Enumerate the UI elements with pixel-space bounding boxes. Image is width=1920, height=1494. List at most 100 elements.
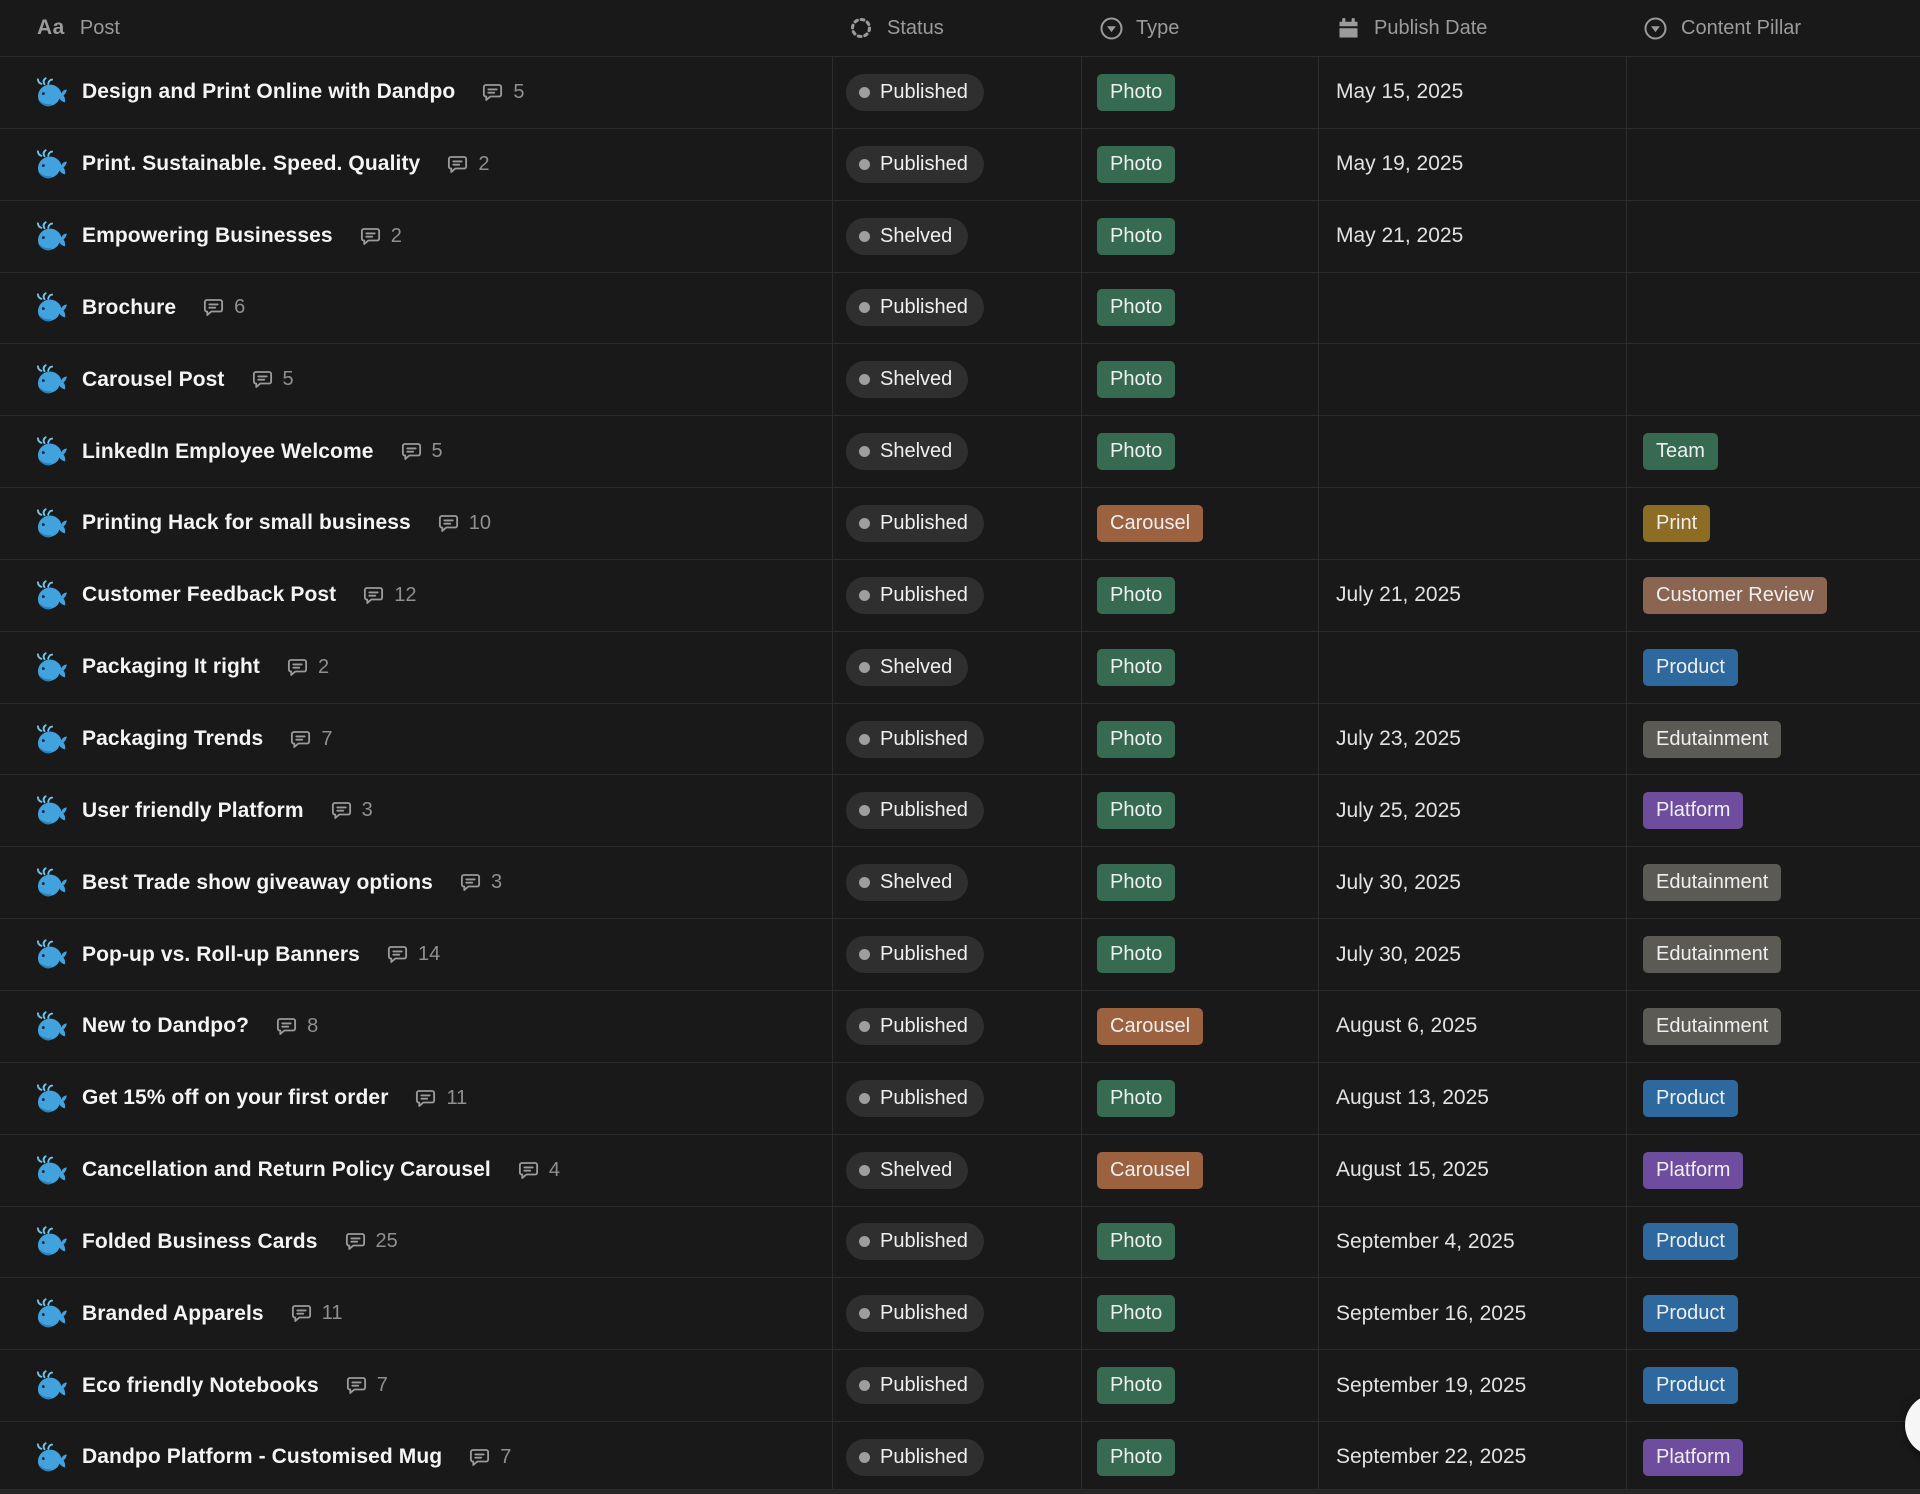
post-cell[interactable]: Pop-up vs. Roll-up Banners 14 <box>0 919 833 990</box>
comment-count-group[interactable]: 7 <box>345 1374 388 1397</box>
comment-count-group[interactable]: 11 <box>290 1302 343 1325</box>
post-cell[interactable]: Eco friendly Notebooks 7 <box>0 1350 833 1421</box>
post-title[interactable]: Cancellation and Return Policy Carousel <box>82 1158 491 1182</box>
comment-count-group[interactable]: 5 <box>481 81 524 104</box>
content-pillar-cell[interactable]: Platform <box>1627 1135 1920 1206</box>
type-cell[interactable]: Photo <box>1082 1278 1319 1349</box>
post-title[interactable]: User friendly Platform <box>82 799 304 823</box>
post-title[interactable]: Branded Apparels <box>82 1302 264 1326</box>
publish-date-cell[interactable]: July 30, 2025 <box>1319 919 1627 990</box>
status-cell[interactable]: Published <box>833 1278 1082 1349</box>
status-cell[interactable]: Published <box>833 1350 1082 1421</box>
comment-count-group[interactable]: 2 <box>446 153 489 176</box>
publish-date-cell[interactable]: September 22, 2025 <box>1319 1422 1627 1493</box>
status-cell[interactable]: Published <box>833 273 1082 344</box>
column-header-post[interactable]: Aa Post <box>0 0 833 56</box>
publish-date-cell[interactable] <box>1319 344 1627 415</box>
publish-date-cell[interactable]: July 23, 2025 <box>1319 704 1627 775</box>
type-cell[interactable]: Photo <box>1082 1063 1319 1134</box>
type-cell[interactable]: Photo <box>1082 1422 1319 1493</box>
table-row[interactable]: Brochure 6 Published Photo <box>0 273 1920 345</box>
table-row[interactable]: Print. Sustainable. Speed. Quality 2 Pub… <box>0 129 1920 201</box>
post-title[interactable]: Design and Print Online with Dandpo <box>82 80 455 104</box>
content-pillar-cell[interactable]: Platform <box>1627 775 1920 846</box>
comment-count-group[interactable]: 12 <box>362 584 416 607</box>
status-cell[interactable]: Published <box>833 560 1082 631</box>
content-pillar-cell[interactable]: Edutainment <box>1627 847 1920 918</box>
post-cell[interactable]: Get 15% off on your first order 11 <box>0 1063 833 1134</box>
table-row[interactable]: Cancellation and Return Policy Carousel … <box>0 1135 1920 1207</box>
post-cell[interactable]: Brochure 6 <box>0 273 833 344</box>
post-cell[interactable]: Folded Business Cards 25 <box>0 1207 833 1278</box>
content-pillar-cell[interactable]: Edutainment <box>1627 919 1920 990</box>
comment-count-group[interactable]: 10 <box>437 512 491 535</box>
post-title[interactable]: Carousel Post <box>82 368 225 392</box>
comment-count-group[interactable]: 5 <box>400 440 443 463</box>
post-title[interactable]: Empowering Businesses <box>82 224 333 248</box>
type-cell[interactable]: Photo <box>1082 1350 1319 1421</box>
type-cell[interactable]: Photo <box>1082 344 1319 415</box>
comment-count-group[interactable]: 14 <box>386 943 440 966</box>
post-title[interactable]: New to Dandpo? <box>82 1014 249 1038</box>
status-cell[interactable]: Published <box>833 1063 1082 1134</box>
type-cell[interactable]: Photo <box>1082 201 1319 272</box>
table-row[interactable]: Dandpo Platform - Customised Mug 7 Publi… <box>0 1422 1920 1494</box>
table-row[interactable]: Pop-up vs. Roll-up Banners 14 Published … <box>0 919 1920 991</box>
post-title[interactable]: Dandpo Platform - Customised Mug <box>82 1445 442 1469</box>
status-cell[interactable]: Shelved <box>833 344 1082 415</box>
content-pillar-cell[interactable]: Edutainment <box>1627 704 1920 775</box>
table-row[interactable]: Design and Print Online with Dandpo 5 Pu… <box>0 57 1920 129</box>
status-cell[interactable]: Published <box>833 775 1082 846</box>
publish-date-cell[interactable] <box>1319 416 1627 487</box>
table-row[interactable]: Customer Feedback Post 12 Published Phot… <box>0 560 1920 632</box>
table-row[interactable]: User friendly Platform 3 Published Photo… <box>0 775 1920 847</box>
column-header-type[interactable]: Type <box>1082 0 1319 56</box>
comment-count-group[interactable]: 3 <box>459 871 502 894</box>
table-row[interactable]: Eco friendly Notebooks 7 Published Photo… <box>0 1350 1920 1422</box>
table-row[interactable]: Get 15% off on your first order 11 Publi… <box>0 1063 1920 1135</box>
post-title[interactable]: Packaging Trends <box>82 727 263 751</box>
type-cell[interactable]: Photo <box>1082 704 1319 775</box>
publish-date-cell[interactable]: July 21, 2025 <box>1319 560 1627 631</box>
post-title[interactable]: Eco friendly Notebooks <box>82 1374 319 1398</box>
post-cell[interactable]: Empowering Businesses 2 <box>0 201 833 272</box>
publish-date-cell[interactable]: September 16, 2025 <box>1319 1278 1627 1349</box>
status-cell[interactable]: Shelved <box>833 847 1082 918</box>
table-row[interactable]: Folded Business Cards 25 Published Photo… <box>0 1207 1920 1279</box>
comment-count-group[interactable]: 8 <box>275 1015 318 1038</box>
post-title[interactable]: Printing Hack for small business <box>82 511 411 535</box>
comment-count-group[interactable]: 2 <box>359 225 402 248</box>
status-cell[interactable]: Published <box>833 57 1082 128</box>
post-title[interactable]: Get 15% off on your first order <box>82 1086 388 1110</box>
type-cell[interactable]: Carousel <box>1082 1135 1319 1206</box>
comment-count-group[interactable]: 11 <box>414 1087 467 1110</box>
post-cell[interactable]: Design and Print Online with Dandpo 5 <box>0 57 833 128</box>
post-cell[interactable]: Printing Hack for small business 10 <box>0 488 833 559</box>
publish-date-cell[interactable] <box>1319 273 1627 344</box>
status-cell[interactable]: Shelved <box>833 201 1082 272</box>
content-pillar-cell[interactable] <box>1627 344 1920 415</box>
post-title[interactable]: Brochure <box>82 296 176 320</box>
publish-date-cell[interactable]: August 15, 2025 <box>1319 1135 1627 1206</box>
column-header-status[interactable]: Status <box>833 0 1082 56</box>
type-cell[interactable]: Photo <box>1082 273 1319 344</box>
post-cell[interactable]: Dandpo Platform - Customised Mug 7 <box>0 1422 833 1493</box>
publish-date-cell[interactable]: July 25, 2025 <box>1319 775 1627 846</box>
content-pillar-cell[interactable] <box>1627 129 1920 200</box>
status-cell[interactable]: Published <box>833 704 1082 775</box>
content-pillar-cell[interactable]: Print <box>1627 488 1920 559</box>
status-cell[interactable]: Shelved <box>833 1135 1082 1206</box>
content-pillar-cell[interactable]: Product <box>1627 1063 1920 1134</box>
post-title[interactable]: Customer Feedback Post <box>82 583 336 607</box>
column-header-content-pillar[interactable]: Content Pillar <box>1627 0 1920 56</box>
table-row[interactable]: New to Dandpo? 8 Published Carousel Augu… <box>0 991 1920 1063</box>
post-cell[interactable]: Print. Sustainable. Speed. Quality 2 <box>0 129 833 200</box>
publish-date-cell[interactable]: August 6, 2025 <box>1319 991 1627 1062</box>
content-pillar-cell[interactable]: Platform <box>1627 1422 1920 1493</box>
comment-count-group[interactable]: 7 <box>468 1446 511 1469</box>
type-cell[interactable]: Photo <box>1082 129 1319 200</box>
publish-date-cell[interactable]: May 21, 2025 <box>1319 201 1627 272</box>
table-row[interactable]: Packaging It right 2 Shelved Photo Pr <box>0 632 1920 704</box>
post-cell[interactable]: User friendly Platform 3 <box>0 775 833 846</box>
post-cell[interactable]: Best Trade show giveaway options 3 <box>0 847 833 918</box>
